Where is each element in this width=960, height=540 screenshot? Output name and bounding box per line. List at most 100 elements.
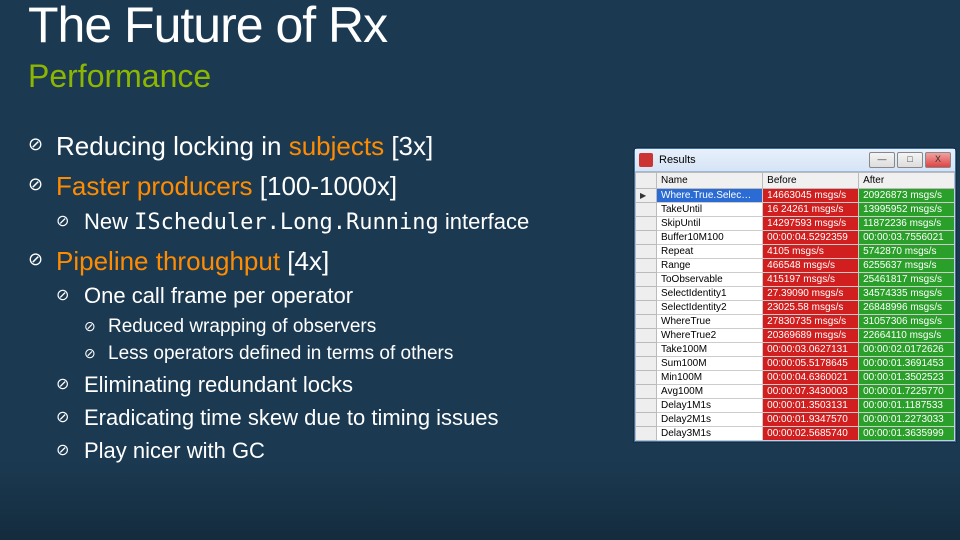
table-row[interactable]: SelectIdentity127.39090 msgs/s34574335 m… — [636, 287, 955, 301]
cell-before[interactable]: 00:00:07.3430003 — [763, 385, 859, 399]
cell-name[interactable]: WhereTrue2 — [657, 329, 763, 343]
table-row[interactable]: Where.True.Selec…14663045 msgs/s20926873… — [636, 189, 955, 203]
cell-name[interactable]: Range — [657, 259, 763, 273]
bullet-2-1: New IScheduler.Long.Running interface — [56, 207, 628, 239]
minimize-button[interactable]: — — [869, 152, 895, 168]
cell-after[interactable]: 00:00:01.3502523 — [859, 371, 955, 385]
cell-after[interactable]: 31057306 msgs/s — [859, 315, 955, 329]
cell-name[interactable]: Sum100M — [657, 357, 763, 371]
results-grid[interactable]: Name Before After Where.True.Selec…14663… — [635, 172, 955, 441]
table-row[interactable]: Delay2M1s00:00:01.934757000:00:01.227303… — [636, 413, 955, 427]
table-row[interactable]: Delay3M1s00:00:02.568574000:00:01.363599… — [636, 427, 955, 441]
cell-after[interactable]: 6255637 msgs/s — [859, 259, 955, 273]
col-before[interactable]: Before — [763, 173, 859, 189]
cell-after[interactable]: 00:00:01.3635999 — [859, 427, 955, 441]
bullet-2-highlight: Faster producers — [56, 171, 253, 201]
cell-after[interactable]: 34574335 msgs/s — [859, 287, 955, 301]
table-row[interactable]: WhereTrue220369689 msgs/s22664110 msgs/s — [636, 329, 955, 343]
row-indicator — [636, 413, 657, 427]
table-row[interactable]: Repeat4105 msgs/s5742870 msgs/s — [636, 245, 955, 259]
bullet-1-text-a: Reducing locking in — [56, 131, 289, 161]
table-row[interactable]: TakeUntil16 24261 msgs/s13995952 msgs/s — [636, 203, 955, 217]
table-row[interactable]: Delay1M1s00:00:01.350313100:00:01.118753… — [636, 399, 955, 413]
table-row[interactable]: Sum100M00:00:05.517864500:00:01.3691453 — [636, 357, 955, 371]
bullet-1: Reducing locking in subjects [3x] — [28, 128, 628, 164]
cell-after[interactable]: 25461817 msgs/s — [859, 273, 955, 287]
results-table[interactable]: Name Before After Where.True.Selec…14663… — [635, 172, 955, 441]
cell-before[interactable]: 00:00:02.5685740 — [763, 427, 859, 441]
cell-name[interactable]: SelectIdentity2 — [657, 301, 763, 315]
cell-before[interactable]: 00:00:05.5178645 — [763, 357, 859, 371]
maximize-button[interactable]: □ — [897, 152, 923, 168]
cell-before[interactable]: 4105 msgs/s — [763, 245, 859, 259]
slide-title: The Future of Rx — [28, 0, 387, 54]
cell-after[interactable]: 00:00:01.7225770 — [859, 385, 955, 399]
table-row[interactable]: Min100M00:00:04.636002100:00:01.3502523 — [636, 371, 955, 385]
cell-before[interactable]: 00:00:01.3503131 — [763, 399, 859, 413]
cell-after[interactable]: 22664110 msgs/s — [859, 329, 955, 343]
cell-after[interactable]: 00:00:01.3691453 — [859, 357, 955, 371]
cell-after[interactable]: 20926873 msgs/s — [859, 189, 955, 203]
row-indicator — [636, 315, 657, 329]
col-after[interactable]: After — [859, 173, 955, 189]
table-row[interactable]: Range466548 msgs/s6255637 msgs/s — [636, 259, 955, 273]
cell-after[interactable]: 00:00:01.2273033 — [859, 413, 955, 427]
cell-before[interactable]: 466548 msgs/s — [763, 259, 859, 273]
cell-name[interactable]: SelectIdentity1 — [657, 287, 763, 301]
cell-after[interactable]: 26848996 msgs/s — [859, 301, 955, 315]
cell-name[interactable]: Buffer10M100 — [657, 231, 763, 245]
cell-name[interactable]: Where.True.Selec… — [657, 189, 763, 203]
table-row[interactable]: SkipUntil14297593 msgs/s11872236 msgs/s — [636, 217, 955, 231]
table-row[interactable]: Buffer10M10000:00:04.529235900:00:03.755… — [636, 231, 955, 245]
row-indicator — [636, 385, 657, 399]
cell-before[interactable]: 23025.58 msgs/s — [763, 301, 859, 315]
table-row[interactable]: SelectIdentity223025.58 msgs/s26848996 m… — [636, 301, 955, 315]
cell-name[interactable]: Delay2M1s — [657, 413, 763, 427]
table-row[interactable]: Avg100M00:00:07.343000300:00:01.7225770 — [636, 385, 955, 399]
cell-name[interactable]: WhereTrue — [657, 315, 763, 329]
cell-before[interactable]: 415197 msgs/s — [763, 273, 859, 287]
cell-before[interactable]: 00:00:01.9347570 — [763, 413, 859, 427]
cell-name[interactable]: Delay1M1s — [657, 399, 763, 413]
window-titlebar[interactable]: Results — □ X — [635, 149, 955, 172]
cell-before[interactable]: 00:00:04.5292359 — [763, 231, 859, 245]
cell-before[interactable]: 00:00:03.0627131 — [763, 343, 859, 357]
cell-before[interactable]: 00:00:04.6360021 — [763, 371, 859, 385]
cell-name[interactable]: ToObservable — [657, 273, 763, 287]
cell-after[interactable]: 11872236 msgs/s — [859, 217, 955, 231]
cell-name[interactable]: SkipUntil — [657, 217, 763, 231]
row-indicator — [636, 203, 657, 217]
cell-before[interactable]: 14663045 msgs/s — [763, 189, 859, 203]
row-indicator — [636, 301, 657, 315]
cell-after[interactable]: 00:00:03.7556021 — [859, 231, 955, 245]
col-name[interactable]: Name — [657, 173, 763, 189]
cell-name[interactable]: Repeat — [657, 245, 763, 259]
cell-before[interactable]: 27.39090 msgs/s — [763, 287, 859, 301]
cell-name[interactable]: Avg100M — [657, 385, 763, 399]
table-row[interactable]: WhereTrue27830735 msgs/s31057306 msgs/s — [636, 315, 955, 329]
bullet-2-1-code: IScheduler.Long.Running — [134, 210, 439, 235]
table-row[interactable]: ToObservable415197 msgs/s25461817 msgs/s — [636, 273, 955, 287]
cell-after[interactable]: 5742870 msgs/s — [859, 245, 955, 259]
cell-name[interactable]: Delay3M1s — [657, 427, 763, 441]
row-indicator — [636, 287, 657, 301]
cell-name[interactable]: Min100M — [657, 371, 763, 385]
bullet-1-highlight: subjects — [289, 131, 384, 161]
bullet-2-1-a: New — [84, 209, 134, 234]
cell-name[interactable]: TakeUntil — [657, 203, 763, 217]
row-indicator — [636, 217, 657, 231]
bullet-3: Pipeline throughput [4x] One call frame … — [28, 243, 628, 467]
cell-before[interactable]: 14297593 msgs/s — [763, 217, 859, 231]
cell-before[interactable]: 20369689 msgs/s — [763, 329, 859, 343]
cell-after[interactable]: 00:00:02.0172626 — [859, 343, 955, 357]
bullet-3-1: One call frame per operator Reduced wrap… — [56, 281, 628, 368]
cell-before[interactable]: 27830735 msgs/s — [763, 315, 859, 329]
cell-after[interactable]: 00:00:01.1187533 — [859, 399, 955, 413]
cell-name[interactable]: Take100M — [657, 343, 763, 357]
close-button[interactable]: X — [925, 152, 951, 168]
row-indicator — [636, 427, 657, 441]
row-indicator — [636, 329, 657, 343]
cell-after[interactable]: 13995952 msgs/s — [859, 203, 955, 217]
table-row[interactable]: Take100M00:00:03.062713100:00:02.0172626 — [636, 343, 955, 357]
cell-before[interactable]: 16 24261 msgs/s — [763, 203, 859, 217]
